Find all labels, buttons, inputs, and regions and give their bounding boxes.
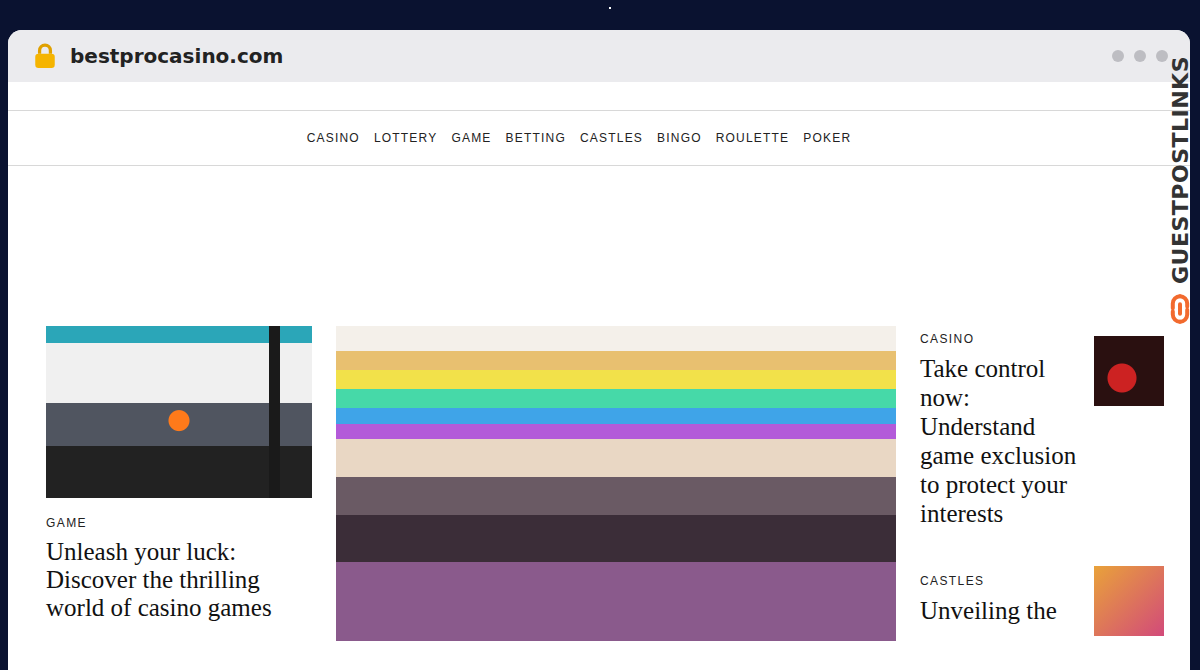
category-label[interactable]: CASINO bbox=[920, 332, 1082, 346]
article-title[interactable]: Unleash your luck: Discover the thrillin… bbox=[46, 538, 312, 622]
sidebar-article[interactable]: CASTLES Unveiling the bbox=[920, 556, 1164, 636]
title-bar: bestprocasino.com bbox=[8, 30, 1190, 82]
thumbnail-photo bbox=[1094, 336, 1164, 406]
casino-hall-photo[interactable] bbox=[336, 326, 896, 641]
content-grid: GAME Unleash your luck: Discover the thri… bbox=[8, 326, 1190, 641]
nav-item[interactable]: ROULETTE bbox=[716, 131, 790, 145]
window-dot-icon[interactable] bbox=[1134, 50, 1146, 62]
nav-item[interactable]: BETTING bbox=[506, 131, 566, 145]
sidebar-article[interactable]: CASINO Take control now: Understand game … bbox=[920, 326, 1164, 528]
nav-item[interactable]: GAME bbox=[451, 131, 491, 145]
watermark-text: GUESTPOSTLINKS bbox=[1168, 56, 1193, 284]
browser-window: bestprocasino.com CASINO LOTTERY GAME BETTIN… bbox=[8, 30, 1190, 670]
watermark: GUESTPOSTLINKS bbox=[1164, 56, 1196, 326]
thumbnail-photo bbox=[1094, 566, 1164, 636]
address-bar[interactable]: bestprocasino.com bbox=[70, 44, 283, 68]
nav-item[interactable]: CASTLES bbox=[580, 131, 643, 145]
slot-machine-photo bbox=[46, 326, 312, 498]
featured-card[interactable]: GAME Unleash your luck: Discover the thri… bbox=[46, 326, 312, 641]
category-label[interactable]: CASTLES bbox=[920, 574, 1082, 588]
screenshot-stage: bestprocasino.com CASINO LOTTERY GAME BETTIN… bbox=[0, 0, 1200, 670]
nav-item[interactable]: BINGO bbox=[657, 131, 702, 145]
nav-item[interactable]: POKER bbox=[803, 131, 851, 145]
window-controls bbox=[1112, 50, 1168, 62]
nav-item[interactable]: CASINO bbox=[307, 131, 360, 145]
link-icon bbox=[1168, 292, 1192, 326]
sidebar-list: CASINO Take control now: Understand game … bbox=[920, 326, 1164, 641]
web-page: CASINO LOTTERY GAME BETTING CASTLES BINGO ROUL… bbox=[8, 82, 1190, 641]
article-title[interactable]: Take control now: Understand game exclus… bbox=[920, 354, 1082, 528]
window-dot-icon[interactable] bbox=[1156, 50, 1168, 62]
lock-icon bbox=[34, 43, 56, 69]
window-dot-icon[interactable] bbox=[1112, 50, 1124, 62]
nav-item[interactable]: LOTTERY bbox=[374, 131, 438, 145]
category-label[interactable]: GAME bbox=[46, 516, 312, 530]
ad-space bbox=[8, 166, 1190, 326]
main-nav: CASINO LOTTERY GAME BETTING CASTLES BINGO ROUL… bbox=[8, 110, 1190, 166]
article-title[interactable]: Unveiling the bbox=[920, 596, 1082, 625]
